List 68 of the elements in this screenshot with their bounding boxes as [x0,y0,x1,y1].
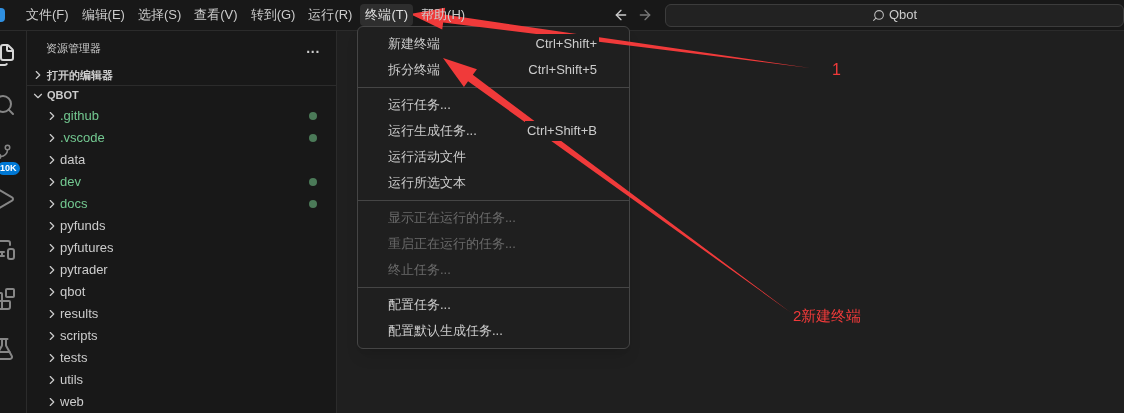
folder-row[interactable]: tests [27,347,336,369]
folder-row[interactable]: pytrader [27,259,336,281]
menu-entry[interactable]: 拆分终端 Ctrl+Shift+5 [358,57,629,83]
search-text: Qbot [888,6,918,25]
menu-entry[interactable]: 运行活动文件 [358,144,629,170]
search-field[interactable]: Qbot [665,3,1124,27]
menu-entry-label: 运行生成任务... [388,122,477,141]
annotation-label: 1 [832,60,841,80]
folder-name: docs [60,195,89,214]
menu-entry-label: 运行所选文本 [388,174,466,193]
menu-item[interactable]: 选择(S) [132,4,187,26]
folder-name: pyfutures [60,239,115,258]
menu-item[interactable]: 文件(F) [21,4,74,26]
menu-entry-label: 拆分终端 [388,61,440,80]
folder-row[interactable]: .github [27,105,336,127]
folder-name: results [60,305,100,324]
menu-entry[interactable]: 新建终端 Ctrl+Shift+ [358,31,629,57]
folder-name: pyfunds [60,217,107,236]
folder-name: scripts [60,327,99,346]
menu-entry[interactable]: 运行所选文本 [358,170,629,196]
folder-name: pytrader [60,261,109,280]
folder-name: data [60,151,87,170]
search-icon [871,8,885,22]
folder-name: tests [60,349,89,368]
folder-row[interactable]: scripts [27,325,336,347]
folder-row[interactable]: docs [27,193,336,215]
menu-entry-label: 显示正在运行的任务... [388,209,516,228]
menu-item[interactable]: 查看(V) [189,4,243,26]
folder-row[interactable]: qbot [27,281,336,303]
menu-item[interactable]: 转到(G) [245,4,301,26]
folder-name: utils [60,371,85,390]
menu-item[interactable]: 编辑(E) [76,4,130,26]
menu-entry-label: 终止任务... [388,261,451,280]
folder-name: .vscode [60,129,106,148]
sidebar-title: 资源管理器 [46,40,101,56]
menu-entry[interactable]: 配置任务... [358,292,629,318]
folder-name: web [60,393,85,412]
menu-entry[interactable]: 运行任务... [358,92,629,118]
menu-entry[interactable]: 运行生成任务... Ctrl+Shift+B [358,118,629,144]
menu-entry-label: 运行活动文件 [388,148,466,167]
folder-row[interactable]: .vscode [27,127,336,149]
annotation-label: 2新建终端 [793,306,862,326]
folder-row[interactable]: web [27,391,336,413]
count-badge: 10K [0,162,20,175]
folder-row[interactable]: utils [27,369,336,391]
folder-row[interactable]: data [27,149,336,171]
more-actions-button[interactable]: ... [306,37,320,59]
section-header[interactable]: QBOT [27,85,336,105]
folder-row[interactable]: results [27,303,336,325]
folder-row[interactable]: dev [27,171,336,193]
menu-entry-label: 运行任务... [388,96,451,115]
menu-entry-label: 重启正在运行的任务... [388,235,516,254]
menu-item[interactable]: 终端(T) [360,4,414,26]
menu-entry[interactable]: 配置默认生成任务... [358,318,629,344]
folder-name: qbot [60,283,87,302]
app-logo-icon [0,8,5,22]
folder-row[interactable]: pyfunds [27,215,336,237]
menu-item[interactable]: 运行(R) [303,4,358,26]
section-title: 打开的编辑器 [47,67,113,83]
menu-entry-label: 配置任务... [388,296,451,315]
folder-row[interactable]: pyfutures [27,237,336,259]
section-title: QBOT [47,88,79,104]
folder-name: .github [60,107,101,126]
menu-entry-label: 配置默认生成任务... [388,322,503,341]
shortcut-text: Ctrl+Shift+B [524,121,599,141]
section-header[interactable]: 打开的编辑器 [27,65,336,86]
folder-name: dev [60,173,82,192]
menu-entry-label: 新建终端 [388,35,440,54]
